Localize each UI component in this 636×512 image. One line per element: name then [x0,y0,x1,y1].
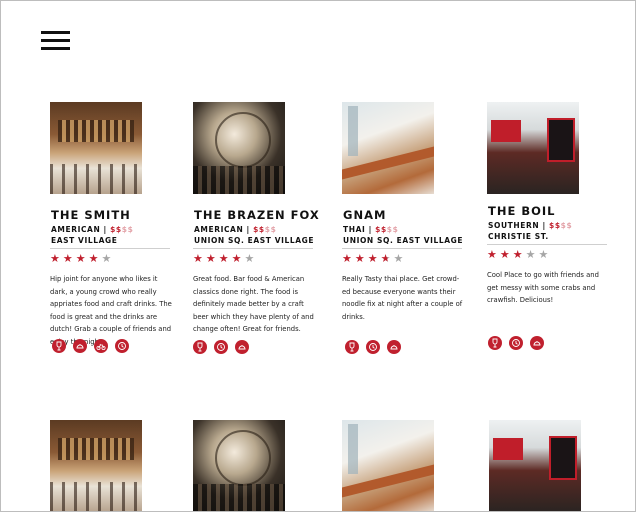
restaurant-photo[interactable] [487,102,579,194]
divider [193,248,313,249]
star-empty-icon: ★ [393,253,407,265]
star-rating: ★★★★★ [50,253,185,265]
restaurant-name[interactable]: THE SMITH [51,208,185,222]
cuisine-label: SOUTHERN [488,221,540,230]
star-filled-icon: ★ [75,253,89,265]
divider [342,248,462,249]
wine-icon[interactable] [488,336,502,350]
star-filled-icon: ★ [342,253,355,265]
wine-icon[interactable] [193,340,207,354]
price-level: $$ [110,225,122,234]
restaurant-description: Really Tasty thai place. Get crowd- ed b… [342,275,463,321]
restaurant-card[interactable]: THE BRAZEN FOX AMERICAN | $$$$ UNION SQ.… [193,102,328,336]
star-filled-icon: ★ [62,253,76,265]
price-level-remaining: $$ [264,225,277,234]
star-empty-icon: ★ [101,253,115,265]
restaurant-description: Great food. Bar food & American classics… [193,275,314,333]
feature-icons [193,340,249,354]
star-half-icon: ★ [380,253,394,265]
star-filled-icon: ★ [499,249,513,261]
restaurant-photo[interactable] [193,102,285,194]
restaurant-cuisine-price: SOUTHERN | $$$$ [488,221,573,230]
restaurant-card[interactable]: THE SMITH AMERICAN | $$$$ EAST VILLAGE ★… [50,102,185,348]
divider [50,248,170,249]
divider [487,244,607,245]
star-filled-icon: ★ [193,253,206,265]
restaurant-photo[interactable] [342,420,434,511]
price-level: $$ [253,225,265,234]
star-filled-icon: ★ [487,249,500,261]
price-level-remaining: $$ [121,225,134,234]
star-rating: ★★★★★ [487,249,622,261]
star-filled-icon: ★ [354,253,368,265]
dessert-icon[interactable] [530,336,544,350]
restaurant-cuisine-price: AMERICAN | $$$$ [51,225,134,234]
price-level-remaining: $$ [560,221,573,230]
star-filled-icon: ★ [367,253,381,265]
star-filled-icon: ★ [231,253,245,265]
hamburger-menu-icon[interactable] [41,31,70,51]
cuisine-label: AMERICAN [194,225,244,234]
dessert-icon[interactable] [73,339,87,353]
star-empty-icon: ★ [525,249,539,261]
neighborhood-label: UNION SQ. EAST VILLAGE [194,236,315,245]
neighborhood-label: UNION SQ. EAST VILLAGE [343,236,464,245]
star-filled-icon: ★ [218,253,232,265]
restaurant-card[interactable]: THE BOIL SOUTHERN | $$$$ CHRISTIE ST. ★★… [487,102,622,307]
star-rating: ★★★★★ [193,253,328,265]
restaurant-cuisine-price: THAI | $$$$ [343,225,399,234]
clock-icon[interactable] [115,339,129,353]
cuisine-label: THAI [343,225,366,234]
dessert-icon[interactable] [235,340,249,354]
feature-icons [345,340,401,354]
clock-icon[interactable] [509,336,523,350]
wine-icon[interactable] [52,339,66,353]
restaurant-photo[interactable] [489,420,581,511]
feature-icons [488,336,544,350]
restaurant-photo[interactable] [50,102,142,194]
dessert-icon[interactable] [387,340,401,354]
price-level-remaining: $$ [386,225,399,234]
page: THE SMITH AMERICAN | $$$$ EAST VILLAGE ★… [0,0,636,512]
star-empty-icon: ★ [244,253,258,265]
neighborhood-label: CHRISTIE ST. [488,232,549,241]
price-level: $$ [549,221,561,230]
star-filled-icon: ★ [50,253,63,265]
restaurant-name[interactable]: THE BRAZEN FOX [194,208,328,222]
clock-icon[interactable] [214,340,228,354]
star-filled-icon: ★ [205,253,219,265]
star-empty-icon: ★ [538,249,552,261]
star-filled-icon: ★ [512,249,526,261]
restaurant-name[interactable]: GNAM [343,208,477,222]
wine-icon[interactable] [345,340,359,354]
bike-icon[interactable] [94,339,108,353]
price-level: $$ [375,225,387,234]
restaurant-name[interactable]: THE BOIL [488,204,622,218]
star-rating: ★★★★★ [342,253,477,265]
star-filled-icon: ★ [88,253,102,265]
restaurant-photo[interactable] [50,420,142,511]
restaurant-card[interactable]: GNAM THAI | $$$$ UNION SQ. EAST VILLAGE … [342,102,477,323]
cuisine-label: AMERICAN [51,225,101,234]
neighborhood-label: EAST VILLAGE [51,236,118,245]
restaurant-photo[interactable] [342,102,434,194]
restaurant-description: Cool Place to go with friends and get me… [487,271,599,304]
clock-icon[interactable] [366,340,380,354]
restaurant-cuisine-price: AMERICAN | $$$$ [194,225,277,234]
restaurant-photo[interactable] [193,420,285,511]
restaurant-description: Hip joint for anyone who likes it dark, … [50,275,172,346]
feature-icons [52,339,129,353]
